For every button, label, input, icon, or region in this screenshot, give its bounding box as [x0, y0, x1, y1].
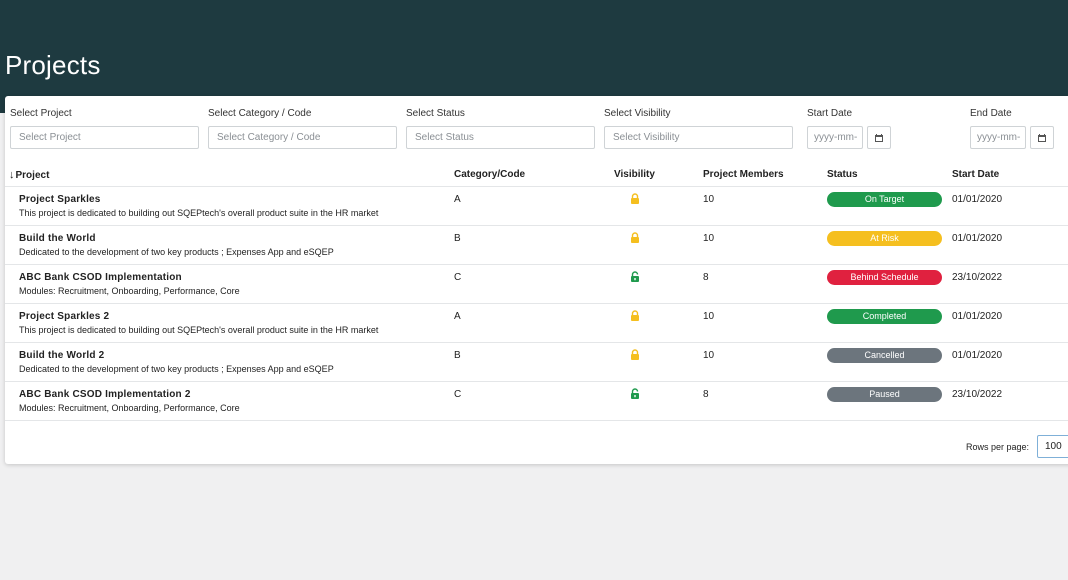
status-badge-wrap: Cancelled	[827, 348, 942, 363]
start-date-calendar-button[interactable]	[867, 126, 891, 149]
filter-end-date-label: End Date	[970, 108, 1012, 119]
table-row[interactable]: Project Sparkles 2 This project is dedica…	[5, 304, 1068, 343]
table-row[interactable]: ABC Bank CSOD Implementation Modules: Rec…	[5, 265, 1068, 304]
project-category: A	[454, 311, 461, 322]
project-name[interactable]: ABC Bank CSOD Implementation 2	[19, 389, 191, 400]
table-footer: Rows per page: 100	[5, 431, 1068, 461]
project-start-date: 01/01/2020	[952, 311, 1003, 322]
status-badge-wrap: At Risk	[827, 231, 942, 246]
status-badge: On Target	[827, 192, 942, 207]
filter-status-label: Select Status	[406, 108, 465, 119]
project-description: Dedicated to the development of two key …	[19, 364, 334, 374]
project-category: B	[454, 350, 461, 361]
arrow-down-icon[interactable]: ↓	[9, 169, 15, 181]
lock-closed-icon	[630, 349, 640, 363]
status-badge: Cancelled	[827, 348, 942, 363]
project-description: Dedicated to the development of two key …	[19, 247, 334, 257]
project-description: Modules: Recruitment, Onboarding, Perfor…	[19, 403, 240, 413]
project-members: 8	[703, 272, 709, 283]
project-start-date: 23/10/2022	[952, 389, 1003, 400]
table-row[interactable]: ABC Bank CSOD Implementation 2 Modules: R…	[5, 382, 1068, 421]
filter-start-date-label: Start Date	[807, 108, 853, 119]
filter-visibility: Select Visibility Select Visibility	[604, 108, 793, 149]
project-name[interactable]: Build the World	[19, 233, 96, 244]
calendar-icon	[875, 133, 883, 142]
rows-per-page-label: Rows per page:	[966, 442, 1030, 452]
col-header-project-label: Project	[15, 170, 50, 181]
table-row[interactable]: Project Sparkles This project is dedicate…	[5, 187, 1068, 226]
project-category: A	[454, 194, 461, 205]
table-row[interactable]: Build the World 2 Dedicated to the develo…	[5, 343, 1068, 382]
calendar-icon	[1038, 133, 1046, 142]
table-header: ↓Project Category/Code Visibility Projec…	[5, 164, 1068, 187]
rows-per-page-select[interactable]: 100	[1037, 435, 1068, 458]
table-body: Project Sparkles This project is dedicate…	[5, 187, 1068, 421]
project-category: C	[454, 272, 462, 283]
project-name[interactable]: ABC Bank CSOD Implementation	[19, 272, 182, 283]
project-start-date: 01/01/2020	[952, 194, 1003, 205]
visibility-select[interactable]: Select Visibility	[604, 126, 793, 149]
lock-closed-icon	[630, 193, 640, 207]
status-select[interactable]: Select Status	[406, 126, 595, 149]
project-select[interactable]: Select Project	[10, 126, 199, 149]
project-category: C	[454, 389, 462, 400]
filter-start-date: Start Date yyyy-mm-	[807, 108, 891, 149]
filter-end-date: End Date yyyy-mm-	[970, 108, 1054, 149]
project-start-date: 23/10/2022	[952, 272, 1003, 283]
projects-table: ↓Project Category/Code Visibility Projec…	[5, 164, 1068, 421]
status-badge: Behind Schedule	[827, 270, 942, 285]
lock-open-icon	[630, 271, 640, 285]
status-badge: Paused	[827, 387, 942, 402]
project-members: 10	[703, 194, 715, 205]
project-name[interactable]: Project Sparkles 2	[19, 311, 109, 322]
project-members: 10	[703, 311, 715, 322]
col-header-status[interactable]: Status	[827, 169, 858, 180]
project-members: 10	[703, 350, 715, 361]
status-badge-wrap: Behind Schedule	[827, 270, 942, 285]
start-date-input[interactable]: yyyy-mm-	[807, 126, 863, 149]
filter-status: Select Status Select Status	[406, 108, 595, 149]
col-header-category[interactable]: Category/Code	[454, 169, 525, 180]
status-badge: At Risk	[827, 231, 942, 246]
filter-category-label: Select Category / Code	[208, 108, 312, 119]
project-name[interactable]: Build the World 2	[19, 350, 104, 361]
status-badge: Completed	[827, 309, 942, 324]
project-description: This project is dedicated to building ou…	[19, 325, 379, 335]
col-header-visibility[interactable]: Visibility	[614, 169, 655, 180]
filter-visibility-label: Select Visibility	[604, 108, 671, 119]
project-description: This project is dedicated to building ou…	[19, 208, 379, 218]
end-date-calendar-button[interactable]	[1030, 126, 1054, 149]
project-members: 10	[703, 233, 715, 244]
col-header-project[interactable]: ↓Project	[9, 169, 49, 181]
project-members: 8	[703, 389, 709, 400]
lock-open-icon	[630, 388, 640, 402]
project-category: B	[454, 233, 461, 244]
table-row[interactable]: Build the World Dedicated to the developm…	[5, 226, 1068, 265]
filter-project: Select Project Select Project	[10, 108, 199, 149]
status-badge-wrap: Completed	[827, 309, 942, 324]
projects-card: Select Project Select Project Select Cat…	[5, 96, 1068, 464]
status-badge-wrap: On Target	[827, 192, 942, 207]
lock-closed-icon	[630, 232, 640, 246]
category-select[interactable]: Select Category / Code	[208, 126, 397, 149]
project-name[interactable]: Project Sparkles	[19, 194, 101, 205]
lock-closed-icon	[630, 310, 640, 324]
project-start-date: 01/01/2020	[952, 350, 1003, 361]
project-description: Modules: Recruitment, Onboarding, Perfor…	[19, 286, 240, 296]
page-title: Projects	[5, 50, 101, 80]
project-start-date: 01/01/2020	[952, 233, 1003, 244]
col-header-start-date[interactable]: Start Date	[952, 169, 999, 180]
filter-project-label: Select Project	[10, 108, 72, 119]
col-header-members[interactable]: Project Members	[703, 169, 784, 180]
status-badge-wrap: Paused	[827, 387, 942, 402]
filter-category: Select Category / Code Select Category /…	[208, 108, 397, 149]
end-date-input[interactable]: yyyy-mm-	[970, 126, 1026, 149]
